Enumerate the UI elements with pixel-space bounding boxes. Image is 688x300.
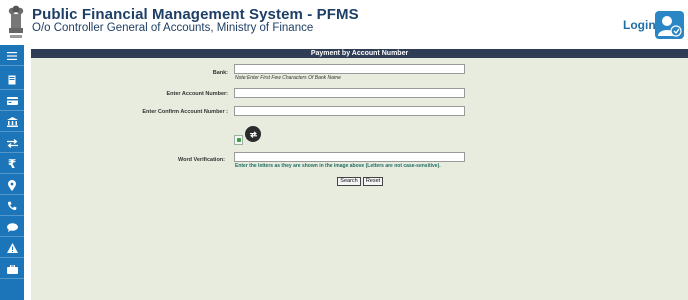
refresh-captcha-button[interactable] xyxy=(245,126,261,142)
word-verification-hint: Enter the letters as they are shown in t… xyxy=(235,163,441,169)
word-verification-label: Word Verification: xyxy=(178,157,225,163)
warning-icon xyxy=(6,243,18,253)
refresh-icon xyxy=(249,130,257,138)
bank-icon xyxy=(6,117,18,127)
login-link[interactable]: Login xyxy=(623,18,656,32)
sidebar-item-rupee[interactable]: ₹ xyxy=(0,155,24,174)
sidebar-item-chat[interactable] xyxy=(0,218,24,237)
app-subtitle: O/o Controller General of Accounts, Mini… xyxy=(32,22,314,34)
bank-label: Bank: xyxy=(212,70,228,76)
panel-title: Payment by Account Number xyxy=(31,49,688,58)
page-header: Public Financial Management System - PFM… xyxy=(0,0,688,45)
search-button[interactable]: Search xyxy=(337,177,361,186)
bank-note: Note:Enter First Few Characters Of Bank … xyxy=(235,75,341,81)
reset-button[interactable]: Reset xyxy=(363,177,383,186)
sidebar-item-location[interactable] xyxy=(0,176,24,195)
captcha-image xyxy=(234,135,243,145)
login-user-icon[interactable] xyxy=(655,11,684,39)
confirm-account-label: Enter Confirm Account Number : xyxy=(142,109,228,115)
sidebar: ₹ xyxy=(0,45,24,300)
payment-form-panel: Payment by Account Number Bank: Note:Ent… xyxy=(31,49,688,300)
transfer-icon xyxy=(6,138,18,148)
national-emblem-logo xyxy=(7,2,25,42)
account-number-label: Enter Account Number: xyxy=(166,91,228,97)
briefcase-icon xyxy=(6,264,18,274)
rupee-icon: ₹ xyxy=(7,157,17,171)
sidebar-item-bank[interactable] xyxy=(0,113,24,132)
menu-icon xyxy=(7,52,17,60)
sidebar-item-card[interactable] xyxy=(0,92,24,111)
sidebar-item-book[interactable] xyxy=(0,71,24,90)
confirm-account-input[interactable] xyxy=(234,106,465,116)
phone-icon xyxy=(7,201,17,211)
account-number-input[interactable] xyxy=(234,88,465,98)
broken-image-icon xyxy=(237,138,241,142)
app-title: Public Financial Management System - PFM… xyxy=(32,6,359,23)
bank-input[interactable] xyxy=(234,64,465,74)
sidebar-item-briefcase[interactable] xyxy=(0,260,24,279)
card-icon xyxy=(6,97,18,105)
sidebar-menu-toggle[interactable] xyxy=(0,47,24,66)
location-icon xyxy=(8,179,16,191)
book-icon xyxy=(8,75,16,85)
sidebar-item-phone[interactable] xyxy=(0,197,24,216)
word-verification-input[interactable] xyxy=(234,152,465,162)
chat-icon xyxy=(6,222,18,232)
sidebar-item-transfer[interactable] xyxy=(0,134,24,153)
sidebar-item-warning[interactable] xyxy=(0,239,24,258)
